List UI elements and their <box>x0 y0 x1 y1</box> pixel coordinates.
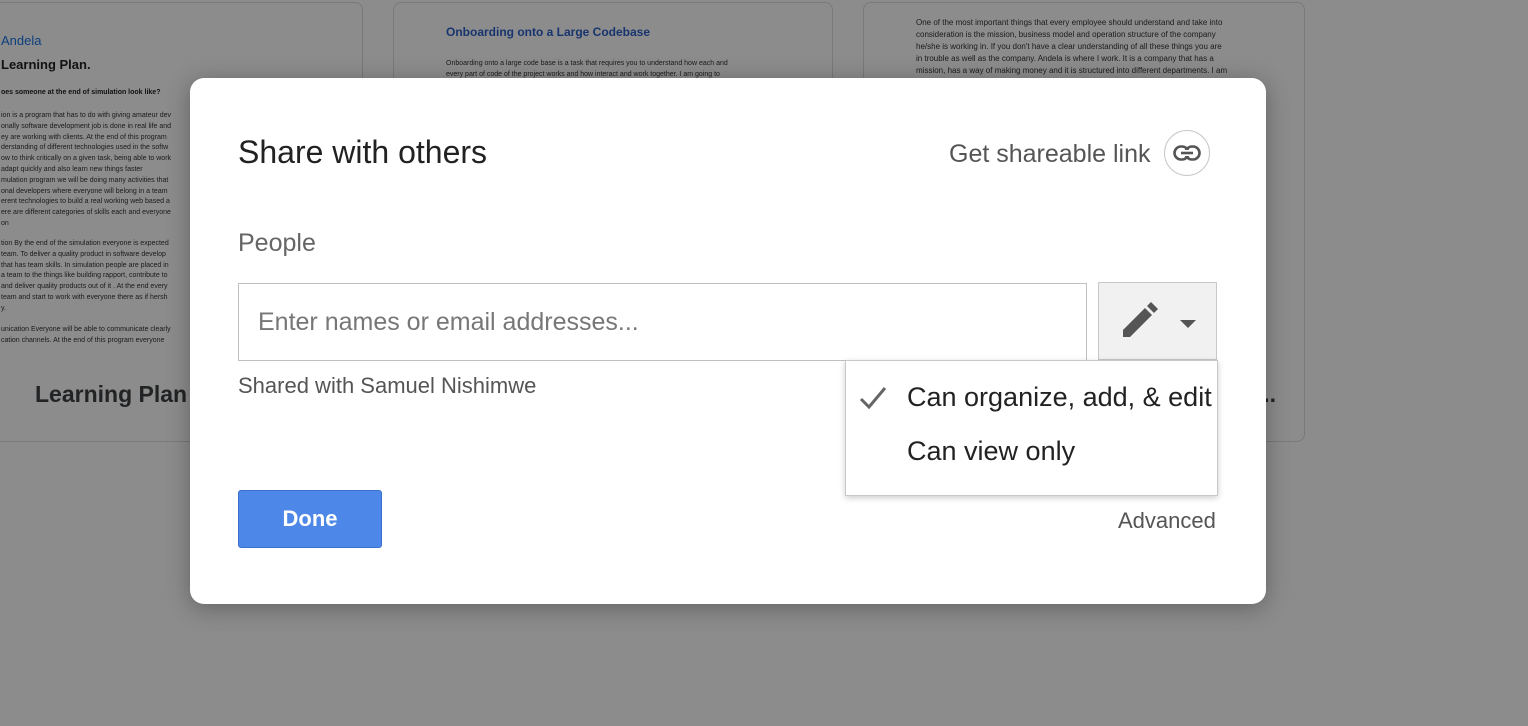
done-button[interactable]: Done <box>238 490 382 548</box>
permission-menu: Can organize, add, & edit Can view only <box>845 360 1218 496</box>
pencil-icon <box>1121 299 1161 344</box>
dialog-title: Share with others <box>238 134 488 170</box>
permission-dropdown-button[interactable] <box>1098 282 1217 360</box>
people-label: People <box>238 229 316 257</box>
menu-item-view-only[interactable]: Can view only <box>846 427 1217 479</box>
menu-item-organize-add-edit[interactable]: Can organize, add, & edit <box>846 373 1217 425</box>
people-input[interactable] <box>238 283 1087 361</box>
share-dialog: Share with others Get shareable link Peo… <box>190 78 1266 604</box>
menu-item-label: Can organize, add, & edit <box>907 382 1212 412</box>
chevron-down-icon <box>1180 320 1196 328</box>
menu-item-label: Can view only <box>907 436 1076 466</box>
checkmark-icon <box>858 385 888 416</box>
shared-with-text: Shared with Samuel Nishimwe <box>238 373 537 398</box>
advanced-link[interactable]: Advanced <box>1118 508 1216 534</box>
get-shareable-link[interactable]: Get shareable link <box>949 140 1151 169</box>
link-icon[interactable] <box>1164 130 1210 176</box>
